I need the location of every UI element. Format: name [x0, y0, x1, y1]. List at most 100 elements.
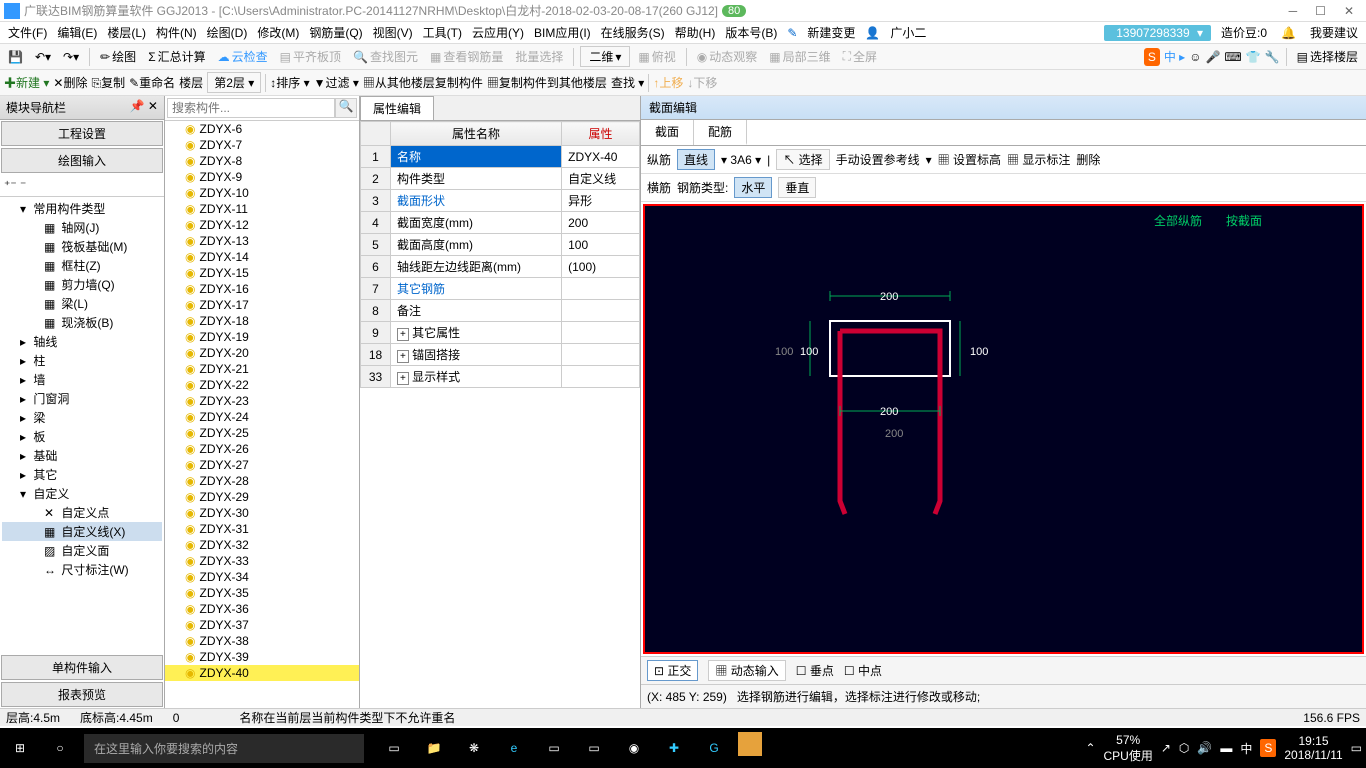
- app5-icon[interactable]: ✚: [658, 732, 690, 764]
- expand-icon[interactable]: ⁺⁻: [4, 178, 17, 192]
- tree-item[interactable]: ▦ 轴网(J): [2, 218, 162, 237]
- ime-kbd-icon[interactable]: ⌨: [1224, 50, 1241, 64]
- taskview-icon[interactable]: ▭: [378, 732, 410, 764]
- list-item[interactable]: ◉ZDYX-30: [165, 505, 359, 521]
- tree-item[interactable]: ▦ 现浇板(B): [2, 313, 162, 332]
- list-item[interactable]: ◉ZDYX-24: [165, 409, 359, 425]
- list-item[interactable]: ◉ZDYX-26: [165, 441, 359, 457]
- menu-component[interactable]: 构件(N): [152, 22, 201, 43]
- horiz-button[interactable]: 水平: [734, 177, 772, 198]
- tree-item[interactable]: ▦ 自定义线(X): [2, 522, 162, 541]
- cloud-check-button[interactable]: ☁云检查: [214, 46, 272, 67]
- tab-section[interactable]: 截面: [641, 120, 694, 145]
- set-elev-button[interactable]: ▦ 设置标高: [938, 151, 1001, 168]
- start-button[interactable]: ⊞: [4, 732, 36, 764]
- ime-cn[interactable]: 中 ▸: [1164, 48, 1185, 65]
- find-elem-button[interactable]: 🔍查找图元: [349, 46, 422, 67]
- save-icon[interactable]: 💾: [4, 48, 27, 66]
- tree-item[interactable]: ▦ 梁(L): [2, 294, 162, 313]
- ime-emoji-icon[interactable]: ☺: [1189, 50, 1201, 64]
- prop-row[interactable]: 5截面高度(mm)100: [361, 234, 640, 256]
- taskbar-search[interactable]: 在这里输入你要搜索的内容: [84, 734, 364, 763]
- list-item[interactable]: ◉ZDYX-9: [165, 169, 359, 185]
- list-item[interactable]: ◉ZDYX-38: [165, 633, 359, 649]
- menu-rebar[interactable]: 钢筋量(Q): [305, 22, 366, 43]
- list-item[interactable]: ◉ZDYX-17: [165, 297, 359, 313]
- list-item[interactable]: ◉ZDYX-27: [165, 457, 359, 473]
- find-button[interactable]: 查找 ▾: [611, 74, 644, 91]
- delete-rebar-button[interactable]: 删除: [1076, 151, 1100, 168]
- list-item[interactable]: ◉ZDYX-23: [165, 393, 359, 409]
- list-item[interactable]: ◉ZDYX-8: [165, 153, 359, 169]
- new-button[interactable]: ✚新建 ▾: [4, 74, 49, 91]
- ie-icon[interactable]: e: [498, 732, 530, 764]
- sort-button[interactable]: ↕排序 ▾: [270, 74, 309, 91]
- list-item[interactable]: ◉ZDYX-6: [165, 121, 359, 137]
- list-item[interactable]: ◉ZDYX-15: [165, 265, 359, 281]
- menu-edit[interactable]: 编辑(E): [53, 22, 101, 43]
- cortana-icon[interactable]: ○: [44, 732, 76, 764]
- sum-button[interactable]: Σ 汇总计算: [144, 46, 209, 67]
- batch-select-button[interactable]: 批量选择: [511, 46, 567, 67]
- tab-properties[interactable]: 属性编辑: [360, 96, 434, 120]
- prop-row[interactable]: 33+ 显示样式: [361, 366, 640, 388]
- movedown-button[interactable]: ↓下移: [687, 74, 717, 91]
- tree-item[interactable]: ▦ 剪力墙(Q): [2, 275, 162, 294]
- ime-tool-icon[interactable]: 🔧: [1265, 50, 1280, 64]
- tray-date[interactable]: 2018/11/11: [1284, 748, 1342, 762]
- floor-dropdown[interactable]: 第2层 ▾: [207, 72, 261, 93]
- app4-icon[interactable]: ◉: [618, 732, 650, 764]
- tray-sogou-icon[interactable]: S: [1260, 739, 1276, 757]
- prop-row[interactable]: 3截面形状异形: [361, 190, 640, 212]
- tray-up-icon[interactable]: ⌃: [1085, 741, 1095, 755]
- perp-toggle[interactable]: ☐ 垂点: [796, 662, 834, 679]
- tree-item[interactable]: ▸ 墙: [2, 370, 162, 389]
- list-item[interactable]: ◉ZDYX-35: [165, 585, 359, 601]
- section-report[interactable]: 报表预览: [1, 682, 163, 707]
- prop-row[interactable]: 4截面宽度(mm)200: [361, 212, 640, 234]
- menu-help[interactable]: 帮助(H): [671, 22, 720, 43]
- vert-button[interactable]: 垂直: [778, 177, 816, 198]
- redo-icon[interactable]: ↷▾: [59, 48, 83, 66]
- tray-ime[interactable]: 中: [1240, 740, 1252, 757]
- close-button[interactable]: ✕: [1344, 4, 1354, 18]
- tree-item[interactable]: ▸ 梁: [2, 408, 162, 427]
- menu-file[interactable]: 文件(F): [4, 22, 51, 43]
- tray-notif-icon[interactable]: ▭: [1351, 741, 1362, 755]
- section-draw[interactable]: 绘图输入: [1, 148, 163, 173]
- list-item[interactable]: ◉ZDYX-25: [165, 425, 359, 441]
- nav-pin-icon[interactable]: 📌 ✕: [130, 99, 158, 116]
- draw-button[interactable]: ✏绘图: [96, 46, 140, 67]
- manual-ref-button[interactable]: 手动设置参考线: [836, 151, 920, 168]
- tray-icon2[interactable]: ⬡: [1179, 741, 1189, 755]
- explorer-icon[interactable]: 📁: [418, 732, 450, 764]
- list-item[interactable]: ◉ZDYX-28: [165, 473, 359, 489]
- copyto-button[interactable]: ▦复制构件到其他楼层: [487, 74, 607, 91]
- show-dim-button[interactable]: ▦ 显示标注: [1007, 151, 1070, 168]
- list-item[interactable]: ◉ZDYX-19: [165, 329, 359, 345]
- list-item[interactable]: ◉ZDYX-33: [165, 553, 359, 569]
- view-rebar-button[interactable]: ▦查看钢筋量: [426, 46, 507, 67]
- tree-item[interactable]: ↔ 尺寸标注(W): [2, 560, 162, 579]
- suggest-button[interactable]: 我要建议: [1306, 22, 1362, 43]
- app2-icon[interactable]: ▭: [538, 732, 570, 764]
- topview-button[interactable]: ▦俯视: [634, 46, 679, 67]
- tree-item[interactable]: ▾ 常用构件类型: [2, 199, 162, 218]
- collapse-icon[interactable]: ⁻: [20, 178, 26, 192]
- menu-modify[interactable]: 修改(M): [253, 22, 303, 43]
- tree-item[interactable]: ✕ 自定义点: [2, 503, 162, 522]
- menu-bim[interactable]: BIM应用(I): [530, 22, 595, 43]
- spec-dropdown[interactable]: ▾ 3A6 ▾: [721, 153, 761, 167]
- search-button[interactable]: 🔍: [335, 98, 357, 118]
- ime-icon[interactable]: S: [1144, 48, 1160, 66]
- tree-item[interactable]: ▸ 门窗洞: [2, 389, 162, 408]
- menu-version[interactable]: 版本号(B): [721, 22, 781, 43]
- tree-item[interactable]: ▦ 框柱(Z): [2, 256, 162, 275]
- menu-draw[interactable]: 绘图(D): [203, 22, 252, 43]
- menu-tools[interactable]: 工具(T): [419, 22, 466, 43]
- list-item[interactable]: ◉ZDYX-22: [165, 377, 359, 393]
- list-item[interactable]: ◉ZDYX-20: [165, 345, 359, 361]
- section-single[interactable]: 单构件输入: [1, 655, 163, 680]
- list-item[interactable]: ◉ZDYX-29: [165, 489, 359, 505]
- prop-row[interactable]: 6轴线距左边线距离(mm)(100): [361, 256, 640, 278]
